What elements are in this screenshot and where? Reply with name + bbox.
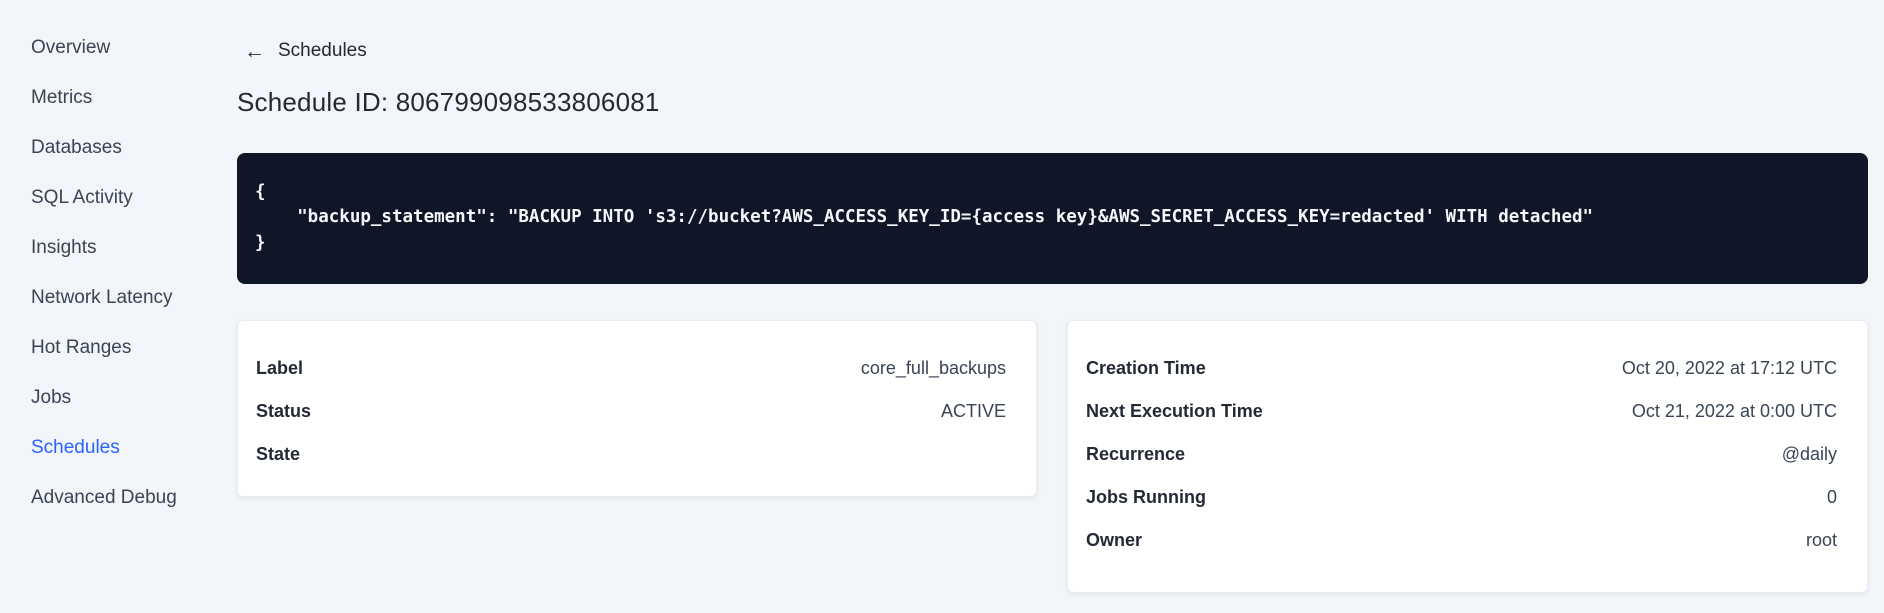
info-row-label: State [256, 443, 301, 464]
sidebar-nav-list: Overview Metrics Databases SQL Activity … [0, 0, 237, 523]
schedule-details-card: Creation Time Oct 20, 2022 at 17:12 UTC … [1067, 319, 1868, 593]
info-row: State [256, 433, 1006, 476]
info-row: Creation Time Oct 20, 2022 at 17:12 UTC [1086, 347, 1837, 390]
code-line: { [255, 181, 266, 202]
sidebar-item-jobs[interactable]: Jobs [0, 373, 237, 423]
schedule-definition-code-block: { "backup_statement": "BACKUP INTO 's3:/… [237, 152, 1868, 284]
info-row-value: root [1805, 529, 1837, 550]
info-row: Jobs Running 0 [1086, 476, 1837, 519]
info-row-value: Oct 21, 2022 at 0:00 UTC [1631, 400, 1837, 421]
sidebar-item: Advanced Debug [0, 473, 237, 523]
page-title: Schedule ID: 806799098533806081 [237, 86, 660, 117]
sidebar-item-insights[interactable]: Insights [0, 223, 237, 273]
info-row-value: core_full_backups [860, 357, 1006, 378]
schedule-definition-json: { "backup_statement": "BACKUP INTO 's3:/… [255, 180, 1850, 257]
sidebar: Overview Metrics Databases SQL Activity … [0, 0, 237, 613]
info-row-label: Creation Time [1086, 357, 1206, 378]
sidebar-item: Network Latency [0, 273, 237, 323]
code-line: "backup_statement": "BACKUP INTO 's3://b… [255, 207, 1594, 227]
code-line: } [255, 232, 266, 253]
sidebar-item-metrics[interactable]: Metrics [0, 73, 237, 123]
sidebar-item: Hot Ranges [0, 323, 237, 373]
info-row: Owner root [1086, 519, 1837, 562]
info-row-value: 0 [1826, 486, 1837, 507]
sidebar-item-sql-activity[interactable]: SQL Activity [0, 173, 237, 223]
info-row: Label core_full_backups [256, 347, 1006, 390]
app-window: Overview Metrics Databases SQL Activity … [0, 0, 1884, 613]
sidebar-item: Databases [0, 123, 237, 173]
sidebar-item-schedules[interactable]: Schedules [0, 423, 237, 473]
info-row: Status ACTIVE [256, 390, 1006, 433]
schedule-detail-cards: Label core_full_backups Status ACTIVE St… [237, 319, 1868, 593]
info-row-label: Recurrence [1086, 443, 1186, 464]
sidebar-item: SQL Activity [0, 173, 237, 223]
info-row-label: Label [256, 357, 304, 378]
sidebar-item: Jobs [0, 373, 237, 423]
sidebar-item-advanced-debug[interactable]: Advanced Debug [0, 473, 237, 523]
details-card-rows: Creation Time Oct 20, 2022 at 17:12 UTC … [1086, 347, 1837, 562]
info-row-label: Status [256, 400, 312, 421]
info-row: Recurrence @daily [1086, 433, 1837, 476]
info-row-label: Next Execution Time [1086, 400, 1263, 421]
info-row: Next Execution Time Oct 21, 2022 at 0:00… [1086, 390, 1837, 433]
schedule-summary-card: Label core_full_backups Status ACTIVE St… [237, 319, 1037, 497]
sidebar-item: Schedules [0, 423, 237, 473]
sidebar-item: Metrics [0, 73, 237, 123]
back-link[interactable]: ← Schedules [244, 40, 367, 62]
back-link-label: Schedules [278, 40, 367, 61]
main-content: ← Schedules Schedule ID: 806799098533806… [237, 0, 1884, 613]
sidebar-item: Overview [0, 23, 237, 73]
info-row-value: Oct 20, 2022 at 17:12 UTC [1621, 357, 1837, 378]
sidebar-item-network-latency[interactable]: Network Latency [0, 273, 237, 323]
summary-card-rows: Label core_full_backups Status ACTIVE St… [256, 347, 1006, 476]
sidebar-item-databases[interactable]: Databases [0, 123, 237, 173]
info-row-label: Owner [1086, 529, 1143, 550]
sidebar-item-hot-ranges[interactable]: Hot Ranges [0, 323, 237, 373]
sidebar-item-overview[interactable]: Overview [0, 23, 237, 73]
back-arrow-icon: ← [244, 39, 265, 63]
sidebar-item: Insights [0, 223, 237, 273]
info-row-value: @daily [1781, 443, 1837, 464]
info-row-label: Jobs Running [1086, 486, 1206, 507]
info-row-value: ACTIVE [940, 400, 1006, 421]
